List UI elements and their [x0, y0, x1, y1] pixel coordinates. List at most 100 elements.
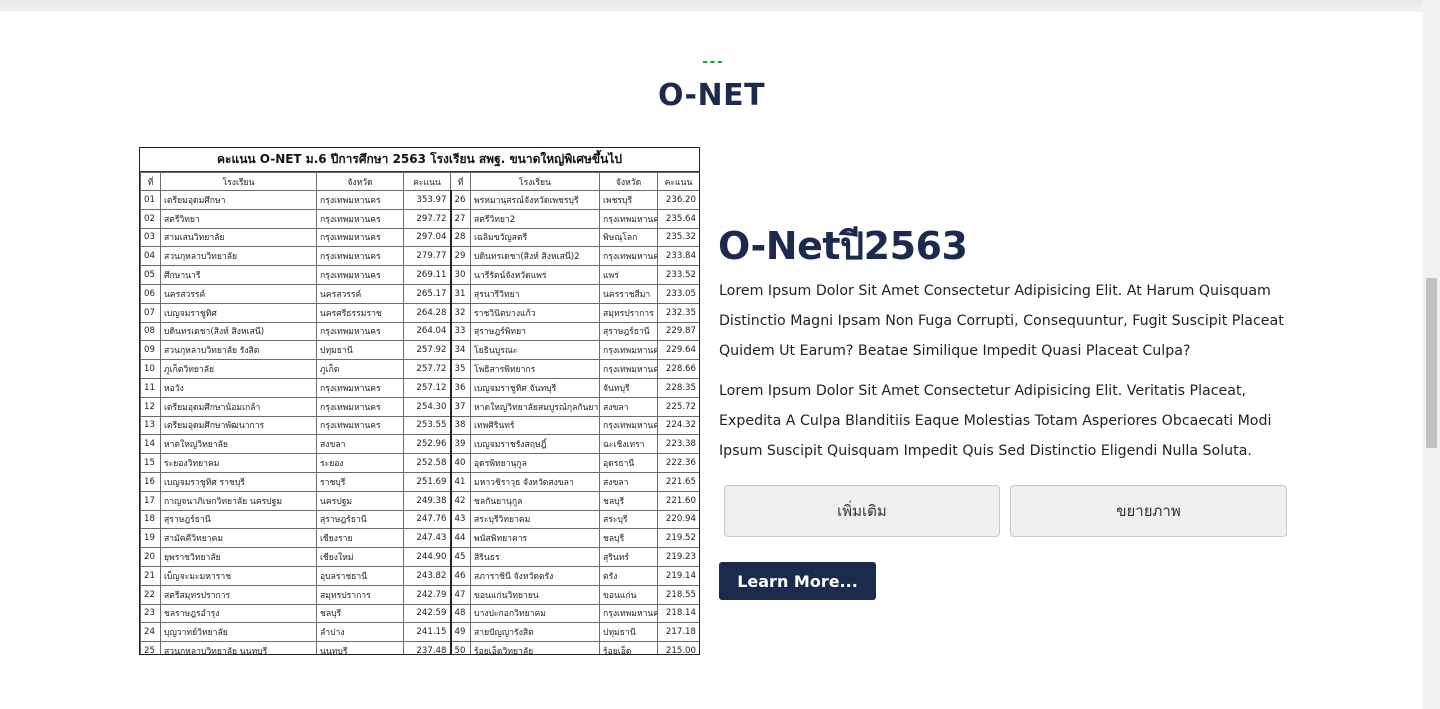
vertical-scrollbar[interactable]	[1423, 0, 1440, 709]
learn-more-button[interactable]: Learn More...	[719, 562, 876, 600]
rank-cell: 37	[449, 396, 471, 417]
table-row: 18 สุราษฎร์ธานี สุราษฎร์ธานี 247.76 43 สระบุร…	[140, 509, 699, 530]
score-cell: 229.64	[657, 340, 699, 361]
province-cell: กรุงเทพมหานคร	[599, 415, 658, 436]
rank-cell: 01	[140, 190, 161, 210]
score-cell: 251.69	[403, 471, 451, 492]
scrollbar-thumb[interactable]	[1426, 278, 1437, 448]
score-cell: 220.94	[657, 509, 699, 530]
school-cell: บางปะกอกวิทยาคม	[470, 603, 600, 624]
zoom-image-button[interactable]: ขยายภาพ	[1010, 485, 1287, 537]
province-cell: กรุงเทพมหานคร	[316, 321, 404, 342]
province-cell: สงขลา	[599, 471, 658, 492]
table-row: 24 บุญวาทย์วิทยาลัย ลำปาง 241.15 49 สายปัญญาร…	[140, 622, 699, 643]
province-cell: สมุทรปราการ	[599, 302, 658, 323]
rank-cell: 49	[449, 622, 471, 643]
province-cell: นนทบุรี	[316, 641, 404, 654]
rank-cell: 34	[449, 340, 471, 361]
school-cell: สายปัญญารังสิต	[470, 622, 600, 643]
score-cell: 297.04	[403, 227, 451, 248]
score-cell: 264.28	[403, 302, 451, 323]
col-header-rank: ที่	[140, 172, 161, 191]
table-row: 01 เตรียมอุดมศึกษา กรุงเทพมหานคร 353.97 26 พร…	[140, 190, 699, 210]
school-cell: โพธิสารพิทยากร	[470, 359, 600, 379]
table-row: 07 เบญจมราชูทิศ นครศรีธรรมราช 264.28 32 ราชวิ…	[140, 302, 699, 323]
school-cell: สตรีสมุทรปราการ	[160, 584, 317, 605]
score-cell: 244.90	[403, 547, 451, 567]
province-cell: กรุงเทพมหานคร	[316, 246, 404, 267]
table-row: 21 เบ็ญจะมะมหาราช อุบลราชธานี 243.82 46 สภารา…	[140, 565, 699, 586]
col-header-score: คะแนน	[657, 172, 699, 191]
score-cell: 224.32	[657, 415, 699, 436]
school-cell: สวนกุหลาบวิทยาลัย นนทบุรี	[160, 641, 317, 654]
table-row: 25 สวนกุหลาบวิทยาลัย นนทบุรี นนทบุรี 237.48…	[140, 641, 699, 654]
province-cell: อุบลราชธานี	[316, 565, 404, 586]
rank-cell: 13	[140, 415, 161, 436]
school-cell: ขอนแก่นวิทยายน	[470, 584, 600, 605]
rank-cell: 28	[449, 227, 471, 248]
school-cell: สุราษฎร์พิทยา	[470, 321, 600, 342]
rank-cell: 15	[140, 453, 161, 473]
rank-cell: 10	[140, 359, 161, 379]
score-cell: 242.59	[403, 603, 451, 624]
school-cell: นารีรัตน์จังหวัดแพร่	[470, 265, 600, 285]
table-row: 06 นครสวรรค์ นครสวรรค์ 265.17 31 สุรนารีวิทยา…	[140, 283, 699, 304]
rank-cell: 12	[140, 396, 161, 417]
province-cell: กรุงเทพมหานคร	[599, 340, 658, 361]
score-cell: 264.04	[403, 321, 451, 342]
school-cell: เตรียมอุดมศึกษาน้อมเกล้า	[160, 396, 317, 417]
rank-cell: 29	[449, 246, 471, 267]
score-cell: 229.87	[657, 321, 699, 342]
score-cell: 279.77	[403, 246, 451, 267]
rank-cell: 39	[449, 434, 471, 455]
rank-cell: 02	[140, 208, 161, 229]
school-cell: ราชวินิตบางแก้ว	[470, 302, 600, 323]
score-cell: 257.12	[403, 377, 451, 398]
score-cell: 235.32	[657, 227, 699, 248]
province-cell: สงขลา	[599, 396, 658, 417]
school-cell: เตรียมอุดมศึกษาพัฒนาการ	[160, 415, 317, 436]
section-title: O-NET	[657, 78, 766, 113]
province-cell: พิษณุโลก	[599, 227, 658, 248]
school-cell: สระบุรีวิทยาคม	[470, 509, 600, 530]
score-cell: 228.66	[657, 359, 699, 379]
school-cell: ระยองวิทยาคม	[160, 453, 317, 473]
score-cell: 243.82	[403, 565, 451, 586]
score-cell: 353.97	[403, 190, 451, 210]
rank-cell: 16	[140, 471, 161, 492]
table-row: 20 ยุพราชวิทยาลัย เชียงใหม่ 244.90 45 สิรินธร…	[140, 547, 699, 567]
score-table: ที่ โรงเรียน จังหวัด คะแนน ที่ โรงเรียน …	[140, 172, 699, 654]
province-cell: ราชบุรี	[316, 471, 404, 492]
province-cell: กรุงเทพมหานคร	[316, 227, 404, 248]
rank-cell: 19	[140, 528, 161, 549]
score-cell: 249.38	[403, 490, 451, 511]
school-cell: พรหมานุสรณ์จังหวัดเพชรบุรี	[470, 190, 600, 210]
rank-cell: 48	[449, 603, 471, 624]
province-cell: กรุงเทพมหานคร	[599, 246, 658, 267]
section-kicker: ---	[700, 54, 724, 70]
score-cell: 252.58	[403, 453, 451, 473]
school-cell: เฉลิมขวัญสตรี	[470, 227, 600, 248]
rank-cell: 41	[449, 471, 471, 492]
school-cell: สวนกุหลาบวิทยาลัย รังสิต	[160, 340, 317, 361]
school-cell: นครสวรรค์	[160, 283, 317, 304]
score-cell: 257.92	[403, 340, 451, 361]
school-cell: สิรินธร	[470, 547, 600, 567]
score-cell: 242.79	[403, 584, 451, 605]
score-cell: 237.48	[403, 641, 451, 654]
school-cell: กาญจนาภิเษกวิทยาลัย นครปฐม	[160, 490, 317, 511]
rank-cell: 45	[449, 547, 471, 567]
more-button[interactable]: เพิ่มเติม	[724, 485, 1000, 537]
school-cell: หาดใหญ่วิทยาลัยสมบูรณ์กุลกันยา	[470, 396, 600, 417]
school-cell: ชลกันยานุกูล	[470, 490, 600, 511]
rank-cell: 05	[140, 265, 161, 285]
rank-cell: 17	[140, 490, 161, 511]
province-cell: กรุงเทพมหานคร	[316, 208, 404, 229]
rank-cell: 18	[140, 509, 161, 530]
score-cell: 247.43	[403, 528, 451, 549]
table-row: 08 บดินทรเดชา(สิงห์ สิงหเสนี) กรุงเทพมหานค…	[140, 321, 699, 342]
table-row: 13 เตรียมอุดมศึกษาพัฒนาการ กรุงเทพมหานคร 25…	[140, 415, 699, 436]
rank-cell: 40	[449, 453, 471, 473]
score-cell: 297.72	[403, 208, 451, 229]
province-cell: สงขลา	[316, 434, 404, 455]
